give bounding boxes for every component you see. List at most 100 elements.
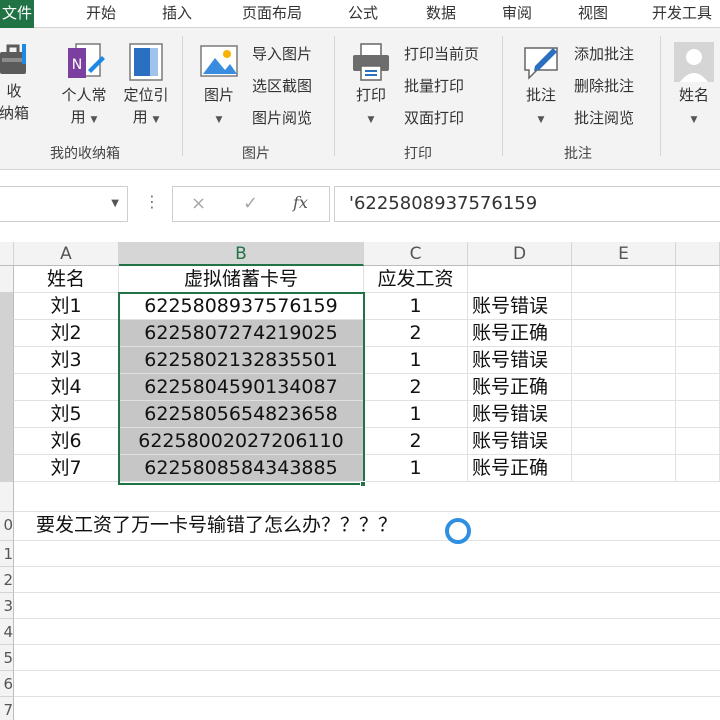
comment-button[interactable]: 批注 ▼ [514, 40, 568, 131]
row-header[interactable] [0, 293, 14, 320]
tab-data[interactable]: 数据 [406, 0, 476, 28]
print-button[interactable]: 打印 ▼ [344, 40, 398, 131]
tab-formulas[interactable]: 公式 [330, 0, 396, 28]
empty-row[interactable] [14, 671, 720, 697]
row-header[interactable]: 2 [0, 567, 14, 593]
personal-common-button[interactable]: N 个人常 用 ▼ [54, 40, 114, 131]
cancel-icon[interactable]: × [191, 193, 206, 214]
salary-cell[interactable]: 2 [364, 320, 468, 347]
formula-input[interactable]: '6225808937576159 [334, 186, 720, 222]
row-header[interactable]: 6 [0, 671, 14, 697]
add-comment-button[interactable]: 添加批注 [574, 42, 634, 66]
picture-browse-button[interactable]: 图片阅览 [252, 106, 312, 130]
table-cell[interactable] [676, 401, 720, 428]
tab-developer[interactable]: 开发工具 [640, 0, 720, 28]
table-cell[interactable] [676, 347, 720, 374]
table-cell[interactable] [572, 455, 676, 482]
empty-row[interactable] [14, 619, 720, 645]
status-cell[interactable]: 账号正确 [468, 374, 572, 401]
fill-handle[interactable] [360, 481, 366, 487]
locate-reference-button[interactable]: 定位引 用 ▼ [116, 40, 176, 131]
region-screenshot-button[interactable]: 选区截图 [252, 74, 312, 98]
name-box[interactable]: ▼ [0, 186, 128, 222]
enter-icon[interactable]: ✓ [243, 193, 258, 214]
empty-row[interactable] [14, 593, 720, 619]
column-header-a[interactable]: A [14, 242, 119, 266]
table-cell[interactable] [14, 482, 720, 512]
table-cell[interactable] [676, 293, 720, 320]
table-cell[interactable] [572, 347, 676, 374]
comment-browse-button[interactable]: 批注阅览 [574, 106, 634, 130]
table-cell[interactable] [572, 428, 676, 455]
row-header[interactable] [0, 401, 14, 428]
table-cell[interactable] [572, 266, 676, 293]
name-cell[interactable]: 刘3 [14, 347, 119, 374]
picture-button[interactable]: 图片 ▼ [192, 40, 246, 131]
column-header-e[interactable]: E [572, 242, 676, 266]
table-cell[interactable] [676, 374, 720, 401]
card-number-cell[interactable]: 62258002027206110 [119, 428, 364, 455]
status-cell[interactable]: 账号错误 [468, 428, 572, 455]
table-cell[interactable] [572, 320, 676, 347]
card-number-cell[interactable]: 6225805654823658 [119, 401, 364, 428]
tab-view[interactable]: 视图 [560, 0, 626, 28]
row-header[interactable] [0, 266, 14, 293]
more-options-icon[interactable]: ⋮ [144, 192, 160, 211]
row-header[interactable]: 1 [0, 541, 14, 567]
salary-cell[interactable]: 1 [364, 293, 468, 320]
row-header[interactable]: 5 [0, 645, 14, 671]
card-number-cell[interactable]: 6225808937576159 [119, 293, 364, 320]
row-header[interactable] [0, 320, 14, 347]
card-number-cell[interactable]: 6225804590134087 [119, 374, 364, 401]
column-header-c[interactable]: C [364, 242, 468, 266]
row-header[interactable] [0, 347, 14, 374]
import-picture-button[interactable]: 导入图片 [252, 42, 312, 66]
row-header[interactable]: 0 [0, 512, 14, 541]
header-cell-card[interactable]: 虚拟储蓄卡号 [119, 266, 364, 293]
empty-row[interactable] [14, 697, 720, 720]
status-cell[interactable]: 账号错误 [468, 401, 572, 428]
row-header[interactable]: 3 [0, 593, 14, 619]
name-cell[interactable]: 刘7 [14, 455, 119, 482]
row-header[interactable] [0, 374, 14, 401]
salary-cell[interactable]: 1 [364, 455, 468, 482]
toolbox-button[interactable]: 收 纳箱 [0, 40, 34, 124]
header-cell-name[interactable]: 姓名 [14, 266, 119, 293]
empty-row[interactable] [14, 541, 720, 567]
name-cell[interactable]: 刘2 [14, 320, 119, 347]
duplex-print-button[interactable]: 双面打印 [404, 106, 464, 130]
name-cell[interactable]: 刘5 [14, 401, 119, 428]
card-number-cell[interactable]: 6225802132835501 [119, 347, 364, 374]
row-header[interactable]: 4 [0, 619, 14, 645]
table-cell[interactable] [676, 266, 720, 293]
salary-cell[interactable]: 1 [364, 401, 468, 428]
table-cell[interactable] [572, 293, 676, 320]
table-cell[interactable] [572, 401, 676, 428]
status-cell[interactable]: 账号错误 [468, 293, 572, 320]
card-number-cell[interactable]: 6225808584343885 [119, 455, 364, 482]
delete-comment-button[interactable]: 删除批注 [574, 74, 634, 98]
column-header-f[interactable] [676, 242, 720, 266]
tab-file[interactable]: 文件 [0, 0, 34, 28]
tab-insert[interactable]: 插入 [142, 0, 212, 28]
name-cell[interactable]: 刘6 [14, 428, 119, 455]
empty-row[interactable] [14, 567, 720, 593]
card-number-cell[interactable]: 6225807274219025 [119, 320, 364, 347]
row-header[interactable] [0, 482, 14, 512]
name-button[interactable]: 姓名 ▼ [668, 40, 720, 131]
table-cell[interactable] [468, 266, 572, 293]
status-cell[interactable]: 账号正确 [468, 320, 572, 347]
column-header-d[interactable]: D [468, 242, 572, 266]
note-cell[interactable]: 要发工资了万一卡号输错了怎么办？？？？ [14, 512, 720, 541]
table-cell[interactable] [572, 374, 676, 401]
salary-cell[interactable]: 1 [364, 347, 468, 374]
insert-function-icon[interactable]: fx [293, 193, 308, 212]
name-cell[interactable]: 刘4 [14, 374, 119, 401]
status-cell[interactable]: 账号正确 [468, 455, 572, 482]
tab-home[interactable]: 开始 [68, 0, 134, 28]
column-header-b[interactable]: B [119, 242, 364, 266]
select-all-corner[interactable] [0, 242, 14, 266]
salary-cell[interactable]: 2 [364, 374, 468, 401]
table-cell[interactable] [676, 320, 720, 347]
status-cell[interactable]: 账号错误 [468, 347, 572, 374]
